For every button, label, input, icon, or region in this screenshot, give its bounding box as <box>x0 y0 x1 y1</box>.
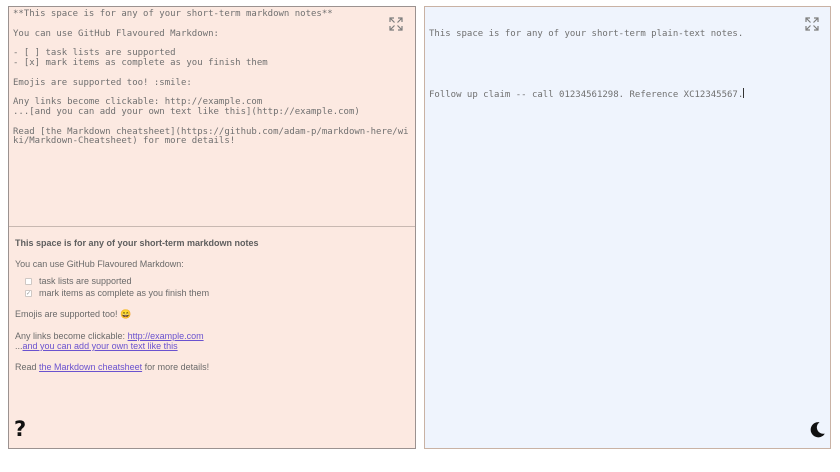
custom-text-link[interactable]: and you can add your own text like this <box>23 341 178 351</box>
plaintext-panel: This space is for any of your short-term… <box>424 6 831 449</box>
plaintext-line-1: This space is for any of your short-term… <box>429 28 744 39</box>
plaintext-line-2-text: Follow up claim -- call 01234561298. Ref… <box>429 90 744 101</box>
plaintext-editor[interactable]: This space is for any of your short-term… <box>425 7 830 448</box>
cheatsheet-link[interactable]: the Markdown cheatsheet <box>39 362 142 372</box>
task-item: ✓ mark items as complete as you finish t… <box>25 287 409 299</box>
plaintext-line-2: Follow up claim -- call 01234561298. Ref… <box>429 88 826 101</box>
task-checkbox-unchecked[interactable] <box>25 277 32 285</box>
markdown-editor[interactable]: **This space is for any of your short-te… <box>9 7 415 227</box>
task-item: task lists are supported <box>25 275 409 287</box>
preview-read-line: Read the Markdown cheatsheet for more de… <box>15 362 409 372</box>
task-checkbox-checked[interactable]: ✓ <box>25 289 32 297</box>
read-prefix: Read <box>15 362 40 372</box>
preview-emoji-line: Emojis are supported too! 😄 <box>15 309 132 319</box>
links-prefix: Any links become clickable: <box>15 331 128 341</box>
text-caret <box>743 88 745 99</box>
help-icon[interactable]: ? <box>14 419 26 440</box>
expand-icon[interactable] <box>805 17 819 31</box>
expand-icon[interactable] <box>389 17 403 31</box>
task-list: task lists are supported ✓ mark items as… <box>25 275 409 299</box>
example-link[interactable]: http://example.com <box>128 331 204 341</box>
task-label: mark items as complete as you finish the… <box>39 288 210 298</box>
read-suffix: for more details! <box>142 362 210 372</box>
preview-title: This space is for any of your short-term… <box>15 238 259 248</box>
moon-icon[interactable] <box>808 421 826 439</box>
task-label: task lists are supported <box>39 276 132 286</box>
preview-custom-line: ...and you can add your own text like th… <box>15 341 409 351</box>
markdown-preview: This space is for any of your short-term… <box>9 228 415 448</box>
preview-intro: You can use GitHub Flavoured Markdown: <box>15 259 184 269</box>
preview-links-line: Any links become clickable: http://examp… <box>15 331 409 341</box>
custom-prefix: ... <box>15 341 23 351</box>
markdown-panel: **This space is for any of your short-te… <box>8 6 416 449</box>
